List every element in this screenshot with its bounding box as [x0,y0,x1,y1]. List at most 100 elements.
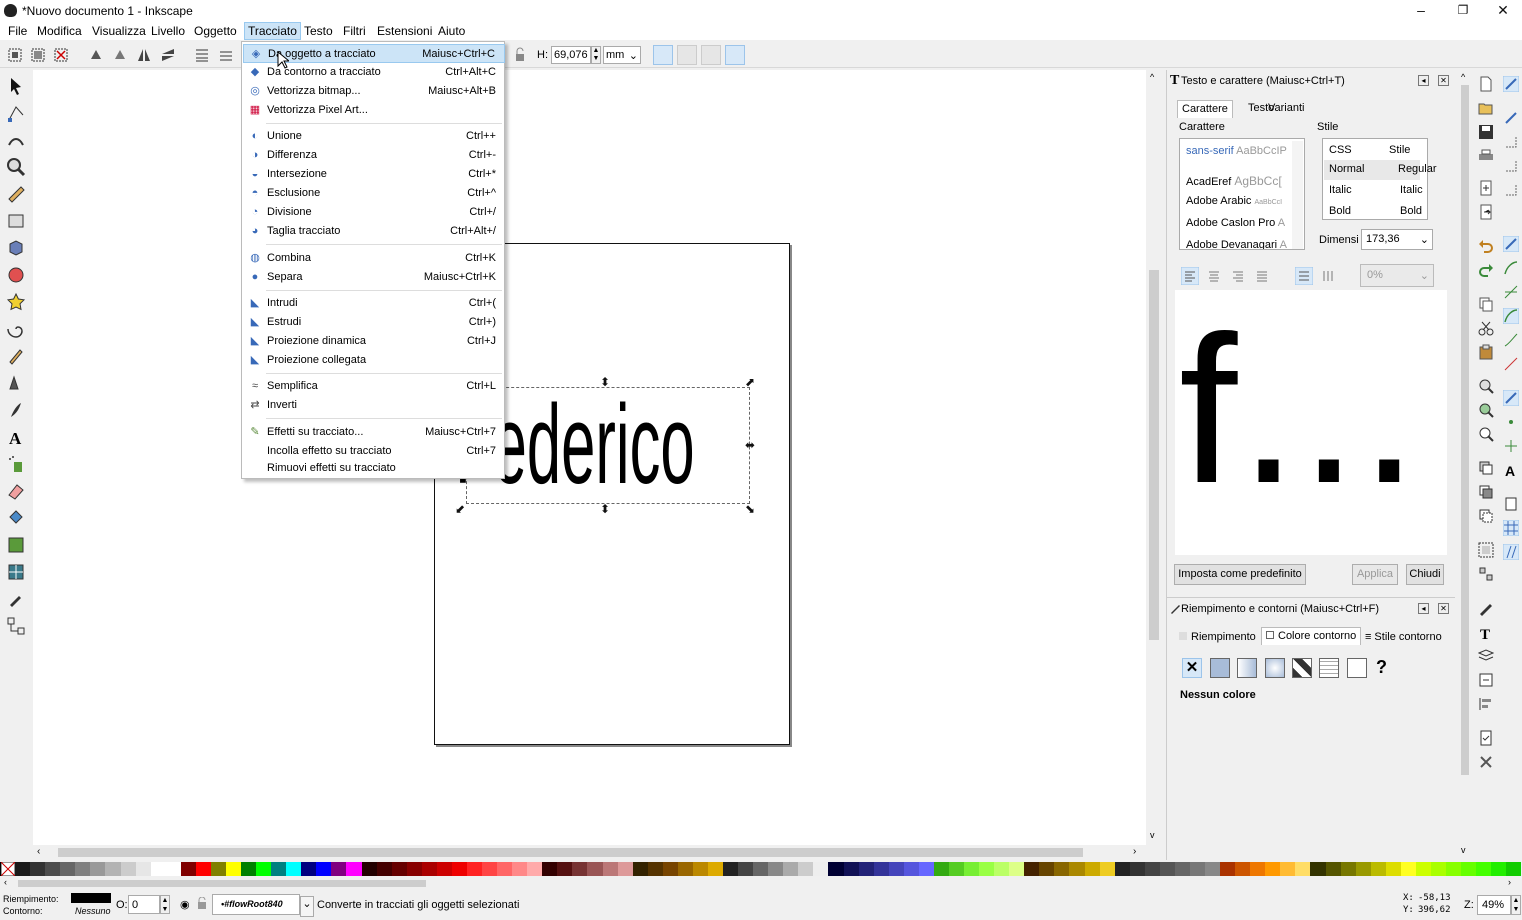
menu-layer[interactable]: Livello [151,24,185,38]
menu-item-intersection[interactable]: ◒ Intersezione Ctrl+* [243,165,505,184]
menu-item-difference[interactable]: ◑ Differenza Ctrl+- [243,146,505,165]
horizontal-scrollbar[interactable]: ‹ › [33,845,1163,860]
palette-swatch[interactable] [557,862,573,876]
eye-icon[interactable]: ◉ [180,898,190,911]
palette-swatch[interactable] [120,862,136,876]
font-family-list[interactable]: sans-serif AaBbCcIP AcadEref AgBbCc[ Ado… [1179,138,1305,250]
no-paint-button[interactable]: ✕ [1182,658,1202,678]
palette-swatch[interactable] [1385,862,1401,876]
style-row-face[interactable]: Regular [1398,163,1437,175]
snap-others-icon[interactable] [1503,390,1519,406]
palette-swatch[interactable] [1205,862,1221,876]
zoom-stepper[interactable]: ▲ ▼ [1511,895,1521,915]
menu-edit[interactable]: Modifica [37,24,82,38]
palette-swatch[interactable] [225,862,241,876]
menu-item-outset[interactable]: ◣ Estrudi Ctrl+) [243,313,505,332]
palette-swatch[interactable] [587,862,603,876]
scroll-left-icon[interactable]: ‹ [4,877,7,887]
font-row[interactable]: AcadEref AgBbCc[ [1186,174,1282,188]
save-icon[interactable] [1478,124,1494,140]
align-distribute-icon[interactable] [1478,696,1494,712]
menu-item-reverse[interactable]: ⇄ Inverti [243,396,505,415]
connector-tool-icon[interactable] [6,616,26,636]
tab-variants[interactable]: Varianti [1264,100,1308,118]
palette-swatch[interactable] [361,862,377,876]
palette-swatch[interactable] [466,862,482,876]
menu-item-division[interactable]: ◔ Divisione Ctrl+/ [243,203,505,222]
rotate-ccw-icon[interactable] [88,47,104,63]
palette-swatch[interactable] [376,862,392,876]
palette-swatch[interactable] [738,862,754,876]
palette-swatch[interactable] [1506,862,1522,876]
palette-swatch[interactable] [1220,862,1236,876]
swatch-button[interactable] [1347,658,1367,678]
palette-swatch[interactable] [346,862,362,876]
palette-swatch[interactable] [542,862,558,876]
palette-swatch[interactable] [692,862,708,876]
palette-swatch[interactable] [1084,862,1100,876]
document-properties-icon[interactable] [1478,730,1494,746]
palette-swatch[interactable] [1144,862,1160,876]
ellipse-tool-icon[interactable] [6,265,26,285]
align-left-icon[interactable] [1181,267,1199,285]
font-row[interactable]: sans-serif AaBbCcIP [1186,145,1287,157]
scale-handle-bottom[interactable]: ⬍ [600,503,610,515]
color-palette[interactable] [0,862,1522,876]
pencil-tool-icon[interactable] [6,346,26,366]
style-row-face[interactable]: Italic [1400,184,1423,196]
palette-swatch[interactable] [527,862,543,876]
menu-item-combine[interactable]: ◍ Combina Ctrl+K [243,249,505,268]
palette-swatch[interactable] [451,862,467,876]
palette-swatch[interactable] [1265,862,1281,876]
horizontal-text-icon[interactable] [1295,267,1313,285]
palette-swatch[interactable] [1325,862,1341,876]
palette-swatch[interactable] [753,862,769,876]
minimize-button[interactable]: – [1400,0,1442,22]
flip-vertical-icon[interactable] [160,47,176,63]
cut-icon[interactable] [1478,320,1494,336]
linear-gradient-button[interactable] [1237,658,1257,678]
snap-guides-icon[interactable] [1503,544,1519,560]
no-color-swatch-icon[interactable] [1,862,15,876]
align-center-icon[interactable] [1205,267,1223,285]
palette-swatch[interactable] [1295,862,1311,876]
new-document-icon[interactable] [1478,76,1494,92]
palette-swatch[interactable] [1310,862,1326,876]
palette-swatch[interactable] [301,862,317,876]
scroll-up-icon[interactable]: ^ [1461,72,1465,82]
palette-swatch[interactable] [948,862,964,876]
paint-bucket-tool-icon[interactable] [6,508,26,528]
palette-swatch[interactable] [723,862,739,876]
palette-swatch[interactable] [1446,862,1462,876]
raise-to-top-icon[interactable] [194,47,210,63]
box3d-tool-icon[interactable] [6,238,26,258]
select-all-icon[interactable] [7,47,23,63]
snap-bbox-corner-icon[interactable] [1503,158,1519,174]
align-justify-icon[interactable] [1253,267,1271,285]
palette-swatch[interactable] [918,862,934,876]
lock-ratio-icon[interactable] [512,47,528,63]
palette-scrollbar[interactable]: ‹ › [0,877,1522,890]
palette-swatch[interactable] [286,862,302,876]
palette-swatch[interactable] [1340,862,1356,876]
style-row-css[interactable]: Italic [1329,184,1352,196]
palette-swatch[interactable] [15,862,31,876]
zoom-tool-icon[interactable] [6,157,26,177]
vertical-scroll-thumb[interactable] [1149,270,1159,640]
import-icon[interactable] [1478,180,1494,196]
snap-line-midpoints-icon[interactable] [1503,356,1519,372]
scale-handle-right[interactable]: ⬌ [745,439,755,451]
print-icon[interactable] [1478,148,1494,164]
palette-scroll-thumb[interactable] [18,880,426,887]
palette-swatch[interactable] [1039,862,1055,876]
scroll-up-icon[interactable]: ^ [1150,72,1154,82]
font-list-scrollbar[interactable] [1292,141,1303,249]
scroll-down-icon[interactable]: v [1150,830,1155,840]
palette-swatch[interactable] [105,862,121,876]
palette-swatch[interactable] [617,862,633,876]
menu-item-dynamic-offset[interactable]: ◣ Proiezione dinamica Ctrl+J [243,332,505,351]
palette-swatch[interactable] [210,862,226,876]
clone-icon[interactable] [1478,484,1494,500]
palette-swatch[interactable] [1009,862,1025,876]
restore-button[interactable]: ❐ [1442,0,1484,22]
